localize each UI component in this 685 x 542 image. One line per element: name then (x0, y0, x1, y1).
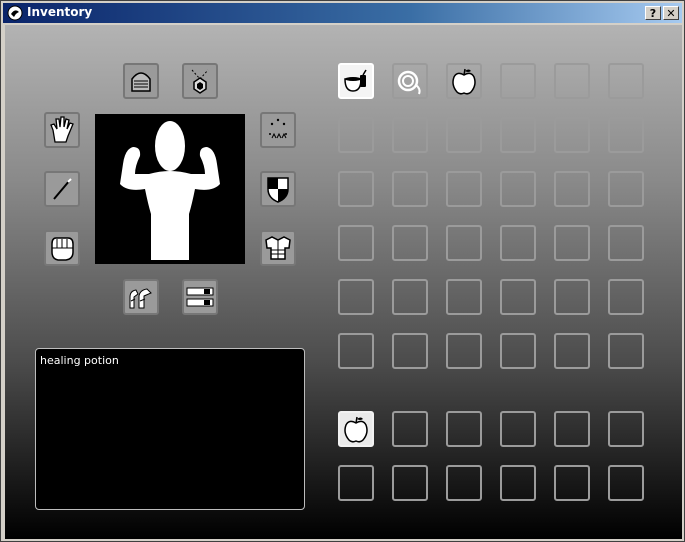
hand-icon (50, 116, 74, 143)
equip-slot-shield[interactable] (260, 171, 296, 207)
equip-slot-magic[interactable] (260, 112, 296, 148)
inventory-slot[interactable] (338, 333, 374, 369)
inventory-slot[interactable] (608, 117, 644, 153)
quickbar-slot[interactable] (446, 465, 482, 501)
inventory-slot[interactable] (500, 279, 536, 315)
inventory-slot[interactable] (554, 279, 590, 315)
inventory-slot[interactable] (554, 63, 590, 99)
inventory-slot-apple[interactable] (446, 63, 482, 99)
equip-slot-gloves[interactable] (44, 112, 80, 148)
quickbar-slot[interactable] (392, 465, 428, 501)
equip-slot-amulet[interactable] (182, 63, 218, 99)
quickbar-slot[interactable] (500, 411, 536, 447)
quickbar-slot[interactable] (554, 411, 590, 447)
inventory-slot[interactable] (392, 279, 428, 315)
inventory-slot-potion[interactable] (338, 63, 374, 99)
quickbar-slot[interactable] (446, 411, 482, 447)
character-silhouette-icon (120, 121, 220, 260)
close-button[interactable]: ✕ (663, 6, 679, 20)
inventory-slot[interactable] (392, 117, 428, 153)
inventory-slot[interactable] (608, 171, 644, 207)
rope-icon (397, 70, 421, 95)
inventory-slot[interactable] (608, 225, 644, 261)
apple-icon (344, 416, 368, 443)
character-paperdoll (95, 114, 245, 264)
inventory-slot[interactable] (392, 225, 428, 261)
inventory-slot[interactable] (554, 171, 590, 207)
help-button[interactable]: ? (645, 6, 661, 20)
equip-slot-fist[interactable] (44, 230, 80, 266)
wand-icon (53, 178, 72, 200)
inventory-slot[interactable] (608, 333, 644, 369)
amulet-icon (191, 69, 209, 94)
inventory-slot[interactable] (500, 117, 536, 153)
inventory-slot[interactable] (554, 117, 590, 153)
inventory-slot[interactable] (338, 225, 374, 261)
equip-slot-armor[interactable] (260, 230, 296, 266)
belt-icon (186, 287, 214, 307)
app-icon (7, 5, 23, 21)
quickbar-slot[interactable] (554, 465, 590, 501)
inventory-slot[interactable] (554, 225, 590, 261)
inventory-slot[interactable] (608, 63, 644, 99)
equip-slot-weapon[interactable] (44, 171, 80, 207)
quickbar-slot[interactable] (608, 465, 644, 501)
inventory-slot[interactable] (446, 279, 482, 315)
apple-icon (452, 68, 476, 95)
title-bar[interactable]: Inventory ? ✕ (3, 3, 682, 23)
item-description-text: healing potion (40, 354, 119, 367)
gauntlet-icon (51, 237, 74, 261)
inventory-slot[interactable] (392, 333, 428, 369)
armor-icon (265, 236, 291, 260)
inventory-slot[interactable] (608, 279, 644, 315)
inventory-slot[interactable] (446, 225, 482, 261)
window-title: Inventory (27, 5, 93, 19)
inventory-slot[interactable] (500, 333, 536, 369)
quickbar-slot-apple[interactable] (338, 411, 374, 447)
inventory-slot-rope[interactable] (392, 63, 428, 99)
inventory-slot[interactable] (338, 117, 374, 153)
equip-slot-belt[interactable] (182, 279, 218, 315)
inventory-slot[interactable] (446, 333, 482, 369)
item-description-panel: healing potion (35, 348, 305, 510)
inventory-slot[interactable] (500, 63, 536, 99)
sparkles-icon (269, 118, 287, 139)
inventory-slot[interactable] (392, 171, 428, 207)
shield-icon (267, 177, 289, 203)
quickbar-slot[interactable] (500, 465, 536, 501)
equip-slot-helmet[interactable] (123, 63, 159, 99)
inventory-slot[interactable] (500, 225, 536, 261)
quickbar-slot[interactable] (608, 411, 644, 447)
inventory-slot[interactable] (500, 171, 536, 207)
inventory-slot[interactable] (446, 117, 482, 153)
potion-icon (344, 69, 367, 92)
inventory-panel: healing potion (5, 25, 682, 539)
inventory-slot[interactable] (446, 171, 482, 207)
boots-icon (129, 288, 152, 309)
inventory-window: Inventory ? ✕ healing potion (0, 0, 685, 542)
inventory-slot[interactable] (338, 279, 374, 315)
quickbar-slot[interactable] (392, 411, 428, 447)
quickbar-slot[interactable] (338, 465, 374, 501)
inventory-slot[interactable] (338, 171, 374, 207)
equip-slot-boots[interactable] (123, 279, 159, 315)
inventory-slot[interactable] (554, 333, 590, 369)
helmet-icon (131, 72, 151, 92)
